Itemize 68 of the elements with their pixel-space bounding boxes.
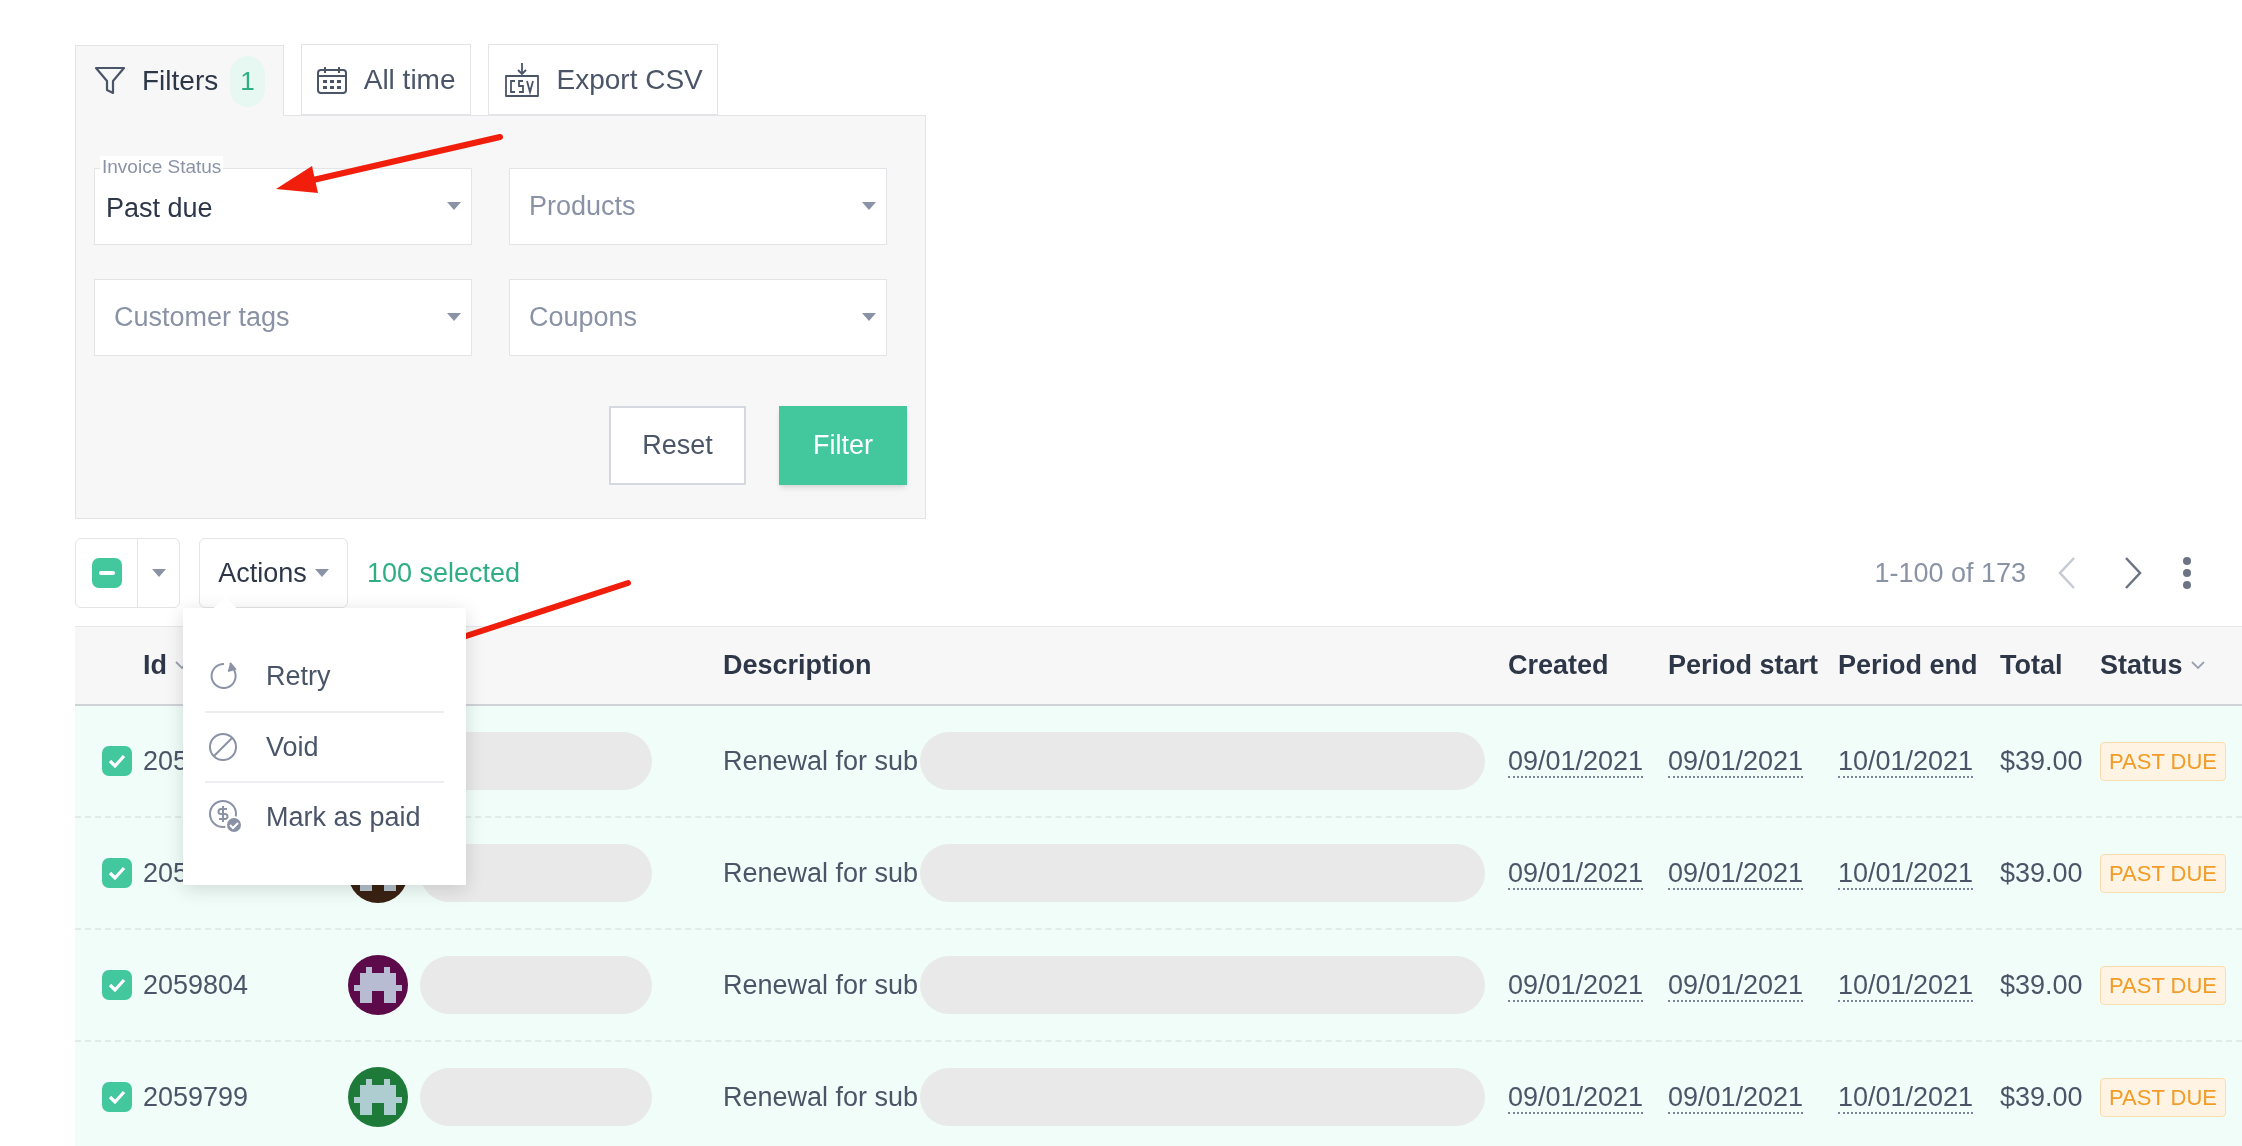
caret-icon (862, 313, 876, 322)
select-all-checkbox[interactable] (91, 558, 122, 588)
table-row[interactable]: 2059799 Renewal for sub 09/01/2021 09/01/2021 10/01/2021 $39.00 PAST DUE (75, 1042, 2242, 1146)
next-page-button[interactable] (2124, 556, 2142, 590)
column-header[interactable]: Total (2000, 645, 2063, 686)
checkmark-icon (107, 753, 127, 769)
description-text: Renewal for sub (723, 1080, 919, 1114)
description-text: Renewal for sub (723, 968, 919, 1002)
date-text[interactable]: 09/01/2021 (1508, 745, 1644, 778)
sort-icon (2190, 661, 2205, 670)
select-all-control[interactable] (75, 538, 180, 608)
date-text[interactable]: 09/01/2021 (1508, 969, 1644, 1002)
status-badge: PAST DUE (2100, 1077, 2226, 1117)
checkmark-icon (107, 977, 127, 993)
reset-button[interactable]: Reset (609, 406, 746, 485)
total-amount: $39.00 (2000, 745, 2083, 776)
invoice-id: 2059799 (143, 1080, 249, 1114)
date-text[interactable]: 09/01/2021 (1508, 1081, 1644, 1114)
caret-icon (447, 202, 461, 211)
selected-count: 100 selected (367, 556, 521, 590)
description-text: Renewal for sub (723, 744, 919, 778)
total-amount: $39.00 (2000, 857, 2083, 888)
more-options-icon[interactable] (2182, 556, 2192, 590)
date-text[interactable]: 10/01/2021 (1838, 969, 1974, 1002)
date-text[interactable]: 09/01/2021 (1668, 745, 1804, 778)
menu-item[interactable]: Void (205, 711, 444, 781)
column-header[interactable]: Created (1508, 645, 1609, 686)
caret-icon (447, 313, 461, 322)
status-badge: PAST DUE (2100, 965, 2226, 1005)
checkmark-icon (107, 1089, 127, 1105)
invoice-id: 2059804 (143, 968, 249, 1002)
date-text[interactable]: 10/01/2021 (1838, 1081, 1974, 1114)
date-text[interactable]: 10/01/2021 (1838, 745, 1974, 778)
total-amount: $39.00 (2000, 1081, 2083, 1112)
caret-icon (314, 568, 329, 578)
csv-download-icon (502, 61, 541, 98)
caret-icon (151, 568, 166, 578)
total-amount: $39.00 (2000, 969, 2083, 1000)
date-text[interactable]: 09/01/2021 (1668, 857, 1804, 890)
date-text[interactable]: 09/01/2021 (1508, 857, 1644, 890)
count-badge: 1 (230, 55, 265, 107)
status-badge: PAST DUE (2100, 741, 2226, 781)
menu-item[interactable]: Mark as paid (205, 781, 444, 851)
row-checkbox[interactable] (102, 746, 132, 776)
status-badge: PAST DUE (2100, 853, 2226, 893)
checkmark-icon (107, 865, 127, 881)
filter-tab[interactable]: Filters 1 (75, 45, 284, 116)
dollar-check-icon (208, 799, 244, 835)
column-header[interactable]: Description (723, 645, 872, 686)
calendar-icon (315, 64, 348, 95)
filter-tab[interactable]: All time (300, 44, 471, 115)
pagination-range: 1-100 of 173 (1874, 556, 2026, 590)
column-header[interactable]: Status (2100, 645, 2205, 686)
column-header[interactable]: Id (143, 645, 189, 686)
filter-icon (94, 66, 126, 96)
column-header[interactable]: Period start (1668, 645, 1819, 686)
row-checkbox[interactable] (102, 970, 132, 1000)
date-text[interactable]: 10/01/2021 (1838, 857, 1974, 890)
caret-icon (862, 202, 876, 211)
row-checkbox[interactable] (102, 858, 132, 888)
column-header[interactable]: Period end (1838, 645, 1978, 686)
date-text[interactable]: 09/01/2021 (1668, 969, 1804, 1002)
filter-tab[interactable]: Export CSV (487, 44, 718, 115)
description-text: Renewal for sub (723, 856, 919, 890)
row-checkbox[interactable] (102, 1082, 132, 1112)
previous-page-button[interactable] (2058, 556, 2076, 590)
table-row[interactable]: 2059804 Renewal for sub 09/01/2021 09/01/2021 10/01/2021 $39.00 PAST DUE (75, 930, 2242, 1042)
date-text[interactable]: 09/01/2021 (1668, 1081, 1804, 1114)
